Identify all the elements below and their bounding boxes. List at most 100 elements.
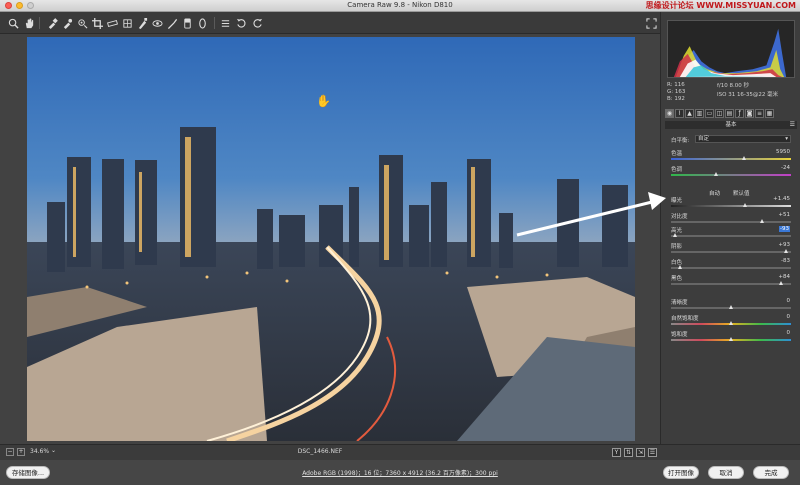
photo-preview[interactable]	[27, 37, 635, 441]
straighten-icon[interactable]	[105, 16, 119, 30]
slider-label: 色温	[671, 151, 683, 157]
slider-label: 自然饱和度	[671, 316, 699, 322]
aperture-shutter-info: f/10 8.00 秒	[717, 83, 750, 89]
white-balance-select[interactable]: 自定 ▾	[695, 135, 791, 143]
slider-thumb[interactable]	[728, 337, 733, 341]
white-balance-icon[interactable]	[45, 16, 59, 30]
r-label: R:	[667, 82, 673, 88]
slider-value-field[interactable]: +1.45	[773, 196, 790, 202]
slider-value-field[interactable]: 5950	[776, 149, 790, 155]
spot-removal-icon[interactable]	[135, 16, 149, 30]
g-label: G:	[667, 89, 674, 95]
done-button[interactable]: 完成	[753, 466, 789, 479]
slider-track[interactable]	[671, 265, 791, 269]
image-preview-area: ✋	[0, 34, 660, 444]
cancel-button[interactable]: 取消	[708, 466, 744, 479]
slider-label: 清晰度	[671, 300, 688, 306]
slider-value-field[interactable]: -93	[779, 226, 790, 232]
slider-track[interactable]	[671, 249, 791, 253]
slider-track[interactable]	[671, 156, 791, 160]
adjustment-panel: R: 116 G: 163 B: 192 f/10 8.00 秒 ISO 31 …	[660, 12, 800, 444]
slider-track[interactable]	[671, 233, 791, 237]
pixel-readout: R: 116 G: 163 B: 192 f/10 8.00 秒 ISO 31 …	[667, 82, 795, 106]
fullscreen-icon[interactable]	[644, 16, 658, 30]
radial-filter-icon[interactable]	[195, 16, 209, 30]
detail-tab-icon[interactable]: ▲	[685, 109, 694, 118]
before-after-y-icon[interactable]: Y	[612, 448, 621, 457]
slider-label: 色调	[671, 167, 683, 173]
slider-track[interactable]	[671, 321, 791, 325]
hand-icon[interactable]	[22, 16, 36, 30]
toolbar-separator	[39, 17, 40, 29]
slider-thumb[interactable]	[778, 281, 783, 285]
slider-track[interactable]	[671, 305, 791, 309]
slider-thumb[interactable]	[783, 249, 788, 253]
slider-thumb[interactable]	[673, 233, 678, 237]
slider-value-field[interactable]: -24	[781, 165, 790, 171]
slider-label: 曝光	[671, 198, 683, 204]
slider-thumb[interactable]	[728, 321, 733, 325]
slider-track[interactable]	[671, 203, 791, 207]
slider-track[interactable]	[671, 172, 791, 176]
basic-tab-icon[interactable]: ◉	[665, 109, 674, 118]
toggle-settings-icon[interactable]: ☰	[648, 448, 657, 457]
title-bar: Camera Raw 9.8 - Nikon D810 思缘设计论坛 WWW.M…	[0, 0, 800, 12]
target-adjust-icon[interactable]	[75, 16, 89, 30]
zoom-icon[interactable]	[6, 16, 20, 30]
slider-track[interactable]	[671, 337, 791, 341]
watermark-text: 思缘设计论坛 WWW.MISSYUAN.COM	[645, 1, 796, 10]
panel-menu-icon[interactable]: ☰	[790, 121, 795, 129]
slider-thumb[interactable]	[742, 203, 747, 207]
color-sampler-icon[interactable]	[60, 16, 74, 30]
section-title: 基本	[725, 122, 737, 128]
camera-calibration-tab-icon[interactable]: ◙	[745, 109, 754, 118]
slider-thumb[interactable]	[759, 219, 764, 223]
slider-thumb[interactable]	[741, 156, 746, 160]
fx-tab-icon[interactable]: ƒ	[735, 109, 744, 118]
file-name: DSC_1466.NEF	[297, 448, 343, 455]
open-image-button[interactable]: 打开图像	[663, 466, 699, 479]
slider-value-field[interactable]: 0	[787, 314, 791, 320]
rotate-right-icon[interactable]	[250, 16, 264, 30]
camera-raw-window: Camera Raw 9.8 - Nikon D810 思缘设计论坛 WWW.M…	[0, 0, 800, 485]
split-toning-tab-icon[interactable]: ▭	[705, 109, 714, 118]
crop-icon[interactable]	[90, 16, 104, 30]
preferences-icon[interactable]	[218, 16, 232, 30]
slider-thumb[interactable]	[714, 172, 719, 176]
snapshots-tab-icon[interactable]: ▦	[765, 109, 774, 118]
b-label: B:	[667, 96, 673, 102]
slider-value-field[interactable]: -83	[781, 258, 790, 264]
chevron-down-icon: ▾	[785, 136, 788, 142]
default-link[interactable]: 默认值	[733, 189, 750, 197]
slider-value-field[interactable]: +93	[778, 242, 790, 248]
panel-tabs: ◉ ⌇ ▲ ▥ ▭ ◫ ▤ ƒ ◙ ≡ ▦	[665, 109, 797, 119]
tone-curve-tab-icon[interactable]: ⌇	[675, 109, 684, 118]
slider-thumb[interactable]	[728, 305, 733, 309]
slider-track[interactable]	[671, 281, 791, 285]
hsl-tab-icon[interactable]: ▥	[695, 109, 704, 118]
rotate-left-icon[interactable]	[234, 16, 248, 30]
slider-value-field[interactable]: 0	[787, 330, 791, 336]
red-eye-icon[interactable]	[150, 16, 164, 30]
slider-label: 对比度	[671, 214, 688, 220]
slider-value-field[interactable]: 0	[787, 298, 791, 304]
presets-tab-icon[interactable]: ≡	[755, 109, 764, 118]
graduated-filter-icon[interactable]	[180, 16, 194, 30]
lens-tab-icon[interactable]: ◫	[715, 109, 724, 118]
slider-value-field[interactable]: +51	[778, 212, 790, 218]
adjustment-brush-icon[interactable]	[165, 16, 179, 30]
slider-value-field[interactable]: +84	[778, 274, 790, 280]
slider-track[interactable]	[671, 219, 791, 223]
slider-label: 阴影	[671, 244, 683, 250]
white-balance-label: 白平衡:	[671, 138, 690, 144]
hand-cursor-icon: ✋	[316, 94, 331, 108]
slider-thumb[interactable]	[678, 265, 683, 269]
histogram	[667, 20, 795, 78]
effects-tab-icon[interactable]: ▤	[725, 109, 734, 118]
transform-icon[interactable]	[120, 16, 134, 30]
swap-settings-icon[interactable]: ⇅	[624, 448, 633, 457]
copy-settings-icon[interactable]: ⇲	[636, 448, 645, 457]
auto-link[interactable]: 自动	[709, 189, 720, 197]
dialog-footer: 存储图像... Adobe RGB (1998)；16 位；7360 x 491…	[0, 460, 800, 485]
basic-section-header: 基本 ☰	[665, 121, 797, 129]
